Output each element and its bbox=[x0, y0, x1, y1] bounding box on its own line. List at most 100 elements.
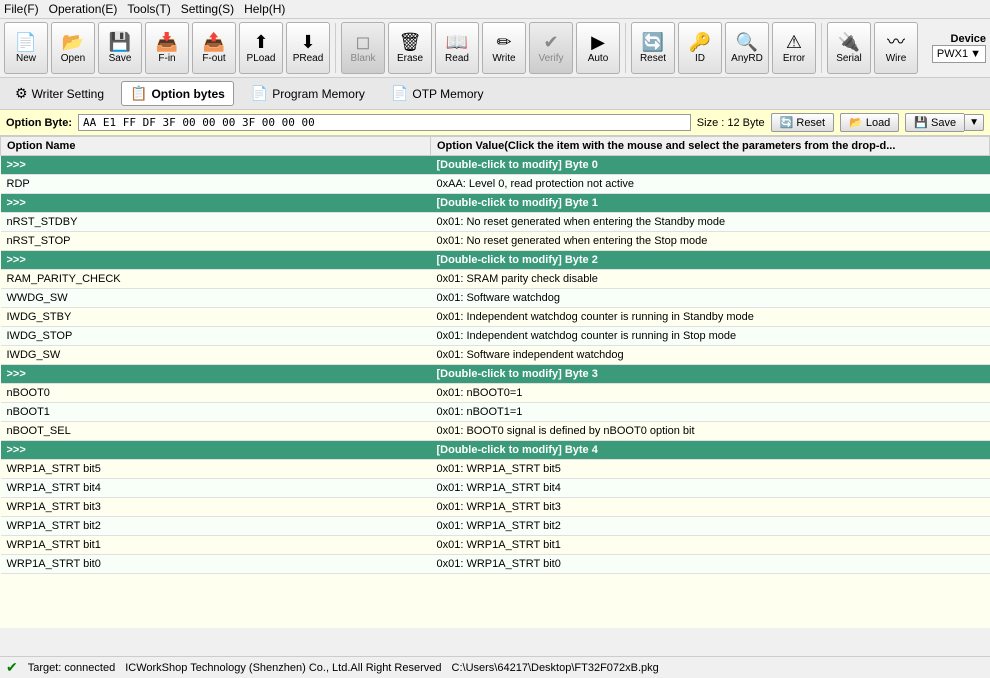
option-name-cell[interactable]: >>> bbox=[1, 194, 431, 213]
ob-load-button[interactable]: 📂 Load bbox=[840, 113, 899, 132]
option-value-cell: 0x01: nBOOT0=1 bbox=[431, 384, 990, 403]
menu-file[interactable]: File(F) bbox=[4, 2, 39, 16]
id-icon: 🔑 bbox=[689, 33, 711, 51]
read-button[interactable]: 📖 Read bbox=[435, 22, 479, 74]
option-value-cell: 0x01: BOOT0 signal is defined by nBOOT0 … bbox=[431, 422, 990, 441]
option-name-cell: nBOOT_SEL bbox=[1, 422, 431, 441]
table-row: nBOOT_SEL0x01: BOOT0 signal is defined b… bbox=[1, 422, 990, 441]
option-value-cell[interactable]: [Double-click to modify] Byte 3 bbox=[431, 365, 990, 384]
table-row: WRP1A_STRT bit30x01: WRP1A_STRT bit3 bbox=[1, 498, 990, 517]
pload-button[interactable]: ⬆ PLoad bbox=[239, 22, 283, 74]
tab-option-bytes[interactable]: 📋 Option bytes bbox=[121, 81, 234, 106]
table-container[interactable]: Option Name Option Value(Click the item … bbox=[0, 136, 990, 628]
company-info: ICWorkShop Technology (Shenzhen) Co., Lt… bbox=[125, 662, 441, 674]
header-row[interactable]: >>>[Double-click to modify] Byte 4 bbox=[1, 441, 990, 460]
ob-reset-button[interactable]: 🔄 Reset bbox=[771, 113, 834, 132]
header-row[interactable]: >>>[Double-click to modify] Byte 2 bbox=[1, 251, 990, 270]
option-name-cell[interactable]: >>> bbox=[1, 365, 431, 384]
tab-program-memory[interactable]: 📄 Program Memory bbox=[242, 81, 374, 106]
ob-save-group: 💾 Save ▼ bbox=[905, 113, 984, 132]
error-icon: ⚠ bbox=[786, 33, 802, 51]
fin-button[interactable]: 📥 F-in bbox=[145, 22, 189, 74]
write-icon: ✏ bbox=[496, 33, 511, 51]
table-body: >>>[Double-click to modify] Byte 0RDP0xA… bbox=[1, 156, 990, 574]
serial-button[interactable]: 🔌 Serial bbox=[827, 22, 871, 74]
anyrd-label: AnyRD bbox=[731, 53, 763, 64]
option-name-cell: WRP1A_STRT bit4 bbox=[1, 479, 431, 498]
optionbyte-label: Option Byte: bbox=[6, 117, 72, 129]
option-value-cell[interactable]: [Double-click to modify] Byte 2 bbox=[431, 251, 990, 270]
fin-icon: 📥 bbox=[156, 33, 178, 51]
reset-label: Reset bbox=[640, 53, 666, 64]
error-button[interactable]: ⚠ Error bbox=[772, 22, 816, 74]
verify-button[interactable]: ✔ Verify bbox=[529, 22, 573, 74]
verify-icon: ✔ bbox=[543, 33, 558, 51]
wire-label: Wire bbox=[886, 53, 907, 64]
table-row: nRST_STDBY0x01: No reset generated when … bbox=[1, 213, 990, 232]
optionbar: Option Byte: Size : 12 Byte 🔄 Reset 📂 Lo… bbox=[0, 110, 990, 136]
save-button[interactable]: 💾 Save bbox=[98, 22, 142, 74]
verify-label: Verify bbox=[538, 53, 563, 64]
table-row: IWDG_STOP0x01: Independent watchdog coun… bbox=[1, 327, 990, 346]
reset-button[interactable]: 🔄 Reset bbox=[631, 22, 675, 74]
wire-button[interactable]: 〰 Wire bbox=[874, 22, 918, 74]
new-label: New bbox=[16, 53, 36, 64]
blank-icon: ◻ bbox=[356, 33, 371, 51]
toolbar: 📄 New 📂 Open 💾 Save 📥 F-in 📤 F-out ⬆ PLo… bbox=[0, 19, 990, 78]
option-value-cell: 0x01: Independent watchdog counter is ru… bbox=[431, 327, 990, 346]
tab-otp-memory-label: OTP Memory bbox=[412, 87, 483, 101]
blank-button[interactable]: ◻ Blank bbox=[341, 22, 385, 74]
save-label: Save bbox=[109, 53, 132, 64]
table-row: nBOOT00x01: nBOOT0=1 bbox=[1, 384, 990, 403]
ob-save-arrow[interactable]: ▼ bbox=[964, 114, 984, 131]
table-row: WRP1A_STRT bit50x01: WRP1A_STRT bit5 bbox=[1, 460, 990, 479]
fout-button[interactable]: 📤 F-out bbox=[192, 22, 236, 74]
option-name-cell: WRP1A_STRT bit5 bbox=[1, 460, 431, 479]
menu-operation[interactable]: Operation(E) bbox=[49, 2, 118, 16]
option-table: Option Name Option Value(Click the item … bbox=[0, 136, 990, 574]
option-name-cell[interactable]: >>> bbox=[1, 251, 431, 270]
option-name-cell: RDP bbox=[1, 175, 431, 194]
id-button[interactable]: 🔑 ID bbox=[678, 22, 722, 74]
erase-button[interactable]: 🗑 Erase bbox=[388, 22, 432, 74]
pread-icon: ⬇ bbox=[300, 33, 315, 51]
new-button[interactable]: 📄 New bbox=[4, 22, 48, 74]
device-selector[interactable]: PWX1 ▼ bbox=[932, 45, 986, 63]
option-name-cell: nRST_STOP bbox=[1, 232, 431, 251]
erase-label: Erase bbox=[397, 53, 423, 64]
connection-status: Target: connected bbox=[28, 662, 115, 674]
option-name-cell[interactable]: >>> bbox=[1, 441, 431, 460]
open-button[interactable]: 📂 Open bbox=[51, 22, 95, 74]
header-row[interactable]: >>>[Double-click to modify] Byte 3 bbox=[1, 365, 990, 384]
save-icon: 💾 bbox=[914, 116, 928, 129]
option-value-cell[interactable]: [Double-click to modify] Byte 4 bbox=[431, 441, 990, 460]
save-icon: 💾 bbox=[109, 33, 131, 51]
menu-setting[interactable]: Setting(S) bbox=[181, 2, 234, 16]
header-row[interactable]: >>>[Double-click to modify] Byte 0 bbox=[1, 156, 990, 175]
auto-button[interactable]: ▶ Auto bbox=[576, 22, 620, 74]
option-value-cell: 0x01: No reset generated when entering t… bbox=[431, 213, 990, 232]
optionbyte-value[interactable] bbox=[78, 114, 691, 131]
table-header-row: Option Name Option Value(Click the item … bbox=[1, 137, 990, 156]
anyrd-button[interactable]: 🔍 AnyRD bbox=[725, 22, 769, 74]
pread-button[interactable]: ⬇ PRead bbox=[286, 22, 330, 74]
tab-otp-memory[interactable]: 📄 OTP Memory bbox=[382, 81, 493, 106]
tab-writer-setting-label: Writer Setting bbox=[32, 87, 104, 101]
table-row: WRP1A_STRT bit00x01: WRP1A_STRT bit0 bbox=[1, 555, 990, 574]
table-row: nRST_STOP0x01: No reset generated when e… bbox=[1, 232, 990, 251]
option-name-cell[interactable]: >>> bbox=[1, 156, 431, 175]
ob-save-button[interactable]: 💾 Save bbox=[905, 113, 964, 132]
separator-1 bbox=[335, 23, 336, 73]
option-value-cell[interactable]: [Double-click to modify] Byte 0 bbox=[431, 156, 990, 175]
menu-help[interactable]: Help(H) bbox=[244, 2, 285, 16]
option-name-cell: WRP1A_STRT bit3 bbox=[1, 498, 431, 517]
header-row[interactable]: >>>[Double-click to modify] Byte 1 bbox=[1, 194, 990, 213]
tab-writer-setting[interactable]: ⚙ Writer Setting bbox=[6, 81, 113, 106]
writer-setting-icon: ⚙ bbox=[15, 85, 28, 102]
option-value-cell[interactable]: [Double-click to modify] Byte 1 bbox=[431, 194, 990, 213]
menu-tools[interactable]: Tools(T) bbox=[127, 2, 170, 16]
table-row: WRP1A_STRT bit40x01: WRP1A_STRT bit4 bbox=[1, 479, 990, 498]
reset-icon: 🔄 bbox=[642, 33, 664, 51]
write-button[interactable]: ✏ Write bbox=[482, 22, 526, 74]
error-label: Error bbox=[783, 53, 805, 64]
